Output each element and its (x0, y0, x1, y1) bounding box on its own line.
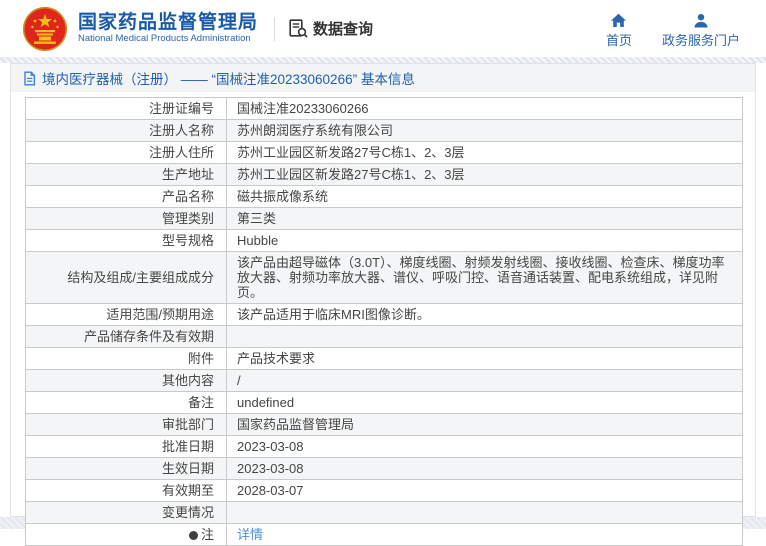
nav-home-label: 首页 (605, 32, 632, 48)
registration-info-table: 注册证编号 国械注准20233060266 注册人名称 苏州朗润医疗系统有限公司 注册人… (25, 97, 743, 546)
row-label: 备注 (25, 391, 227, 414)
row-value: 产品技术要求 (226, 347, 743, 370)
table-row: 注册证编号 国械注准20233060266 (25, 97, 743, 120)
row-value: Hubble (226, 229, 743, 252)
breadcrumb: 境内医疗器械（注册） —— “国械注准20233060266” 基本信息 (11, 64, 755, 92)
info-table-body: 注册证编号 国械注准20233060266 注册人名称 苏州朗润医疗系统有限公司 注册人… (25, 97, 743, 546)
row-value: / (226, 369, 743, 392)
row-value: 苏州工业园区新发路27号C栋1、2、3层 (226, 163, 743, 186)
table-row: 注册人住所 苏州工业园区新发路27号C栋1、2、3层 (25, 141, 743, 164)
site-title: 国家药品监督管理局 (78, 11, 259, 33)
row-value: 苏州朗润医疗系统有限公司 (226, 119, 743, 142)
home-icon (611, 13, 627, 27)
site-subtitle-en: National Medical Products Administration (78, 33, 251, 45)
row-value: undefined (226, 391, 743, 414)
row-value: 第三类 (226, 207, 743, 230)
table-row: 有效期至 2028-03-07 (25, 479, 743, 502)
document-icon (24, 71, 36, 85)
table-row: 适用范围/预期用途 该产品适用于临床MRI图像诊断。 (25, 303, 743, 326)
data-query-tab[interactable]: 数据查询 (289, 18, 373, 39)
table-row: 附件 产品技术要求 (25, 347, 743, 370)
table-row: 审批部门 国家药品监督管理局 (25, 413, 743, 436)
row-label: 生产地址 (25, 163, 227, 186)
row-value: 国家药品监督管理局 (226, 413, 743, 436)
table-row: 注详情 (25, 523, 743, 546)
row-label: 适用范围/预期用途 (25, 303, 227, 326)
row-label: 批准日期 (25, 435, 227, 458)
row-label: 注册人住所 (25, 141, 227, 164)
nav-item-gov-portal[interactable]: 政务服务门户 (662, 13, 740, 49)
details-link[interactable]: 详情 (237, 527, 263, 542)
table-row: 注册人名称 苏州朗润医疗系统有限公司 (25, 119, 743, 142)
row-label: 注册人名称 (25, 119, 227, 142)
row-value: 2028-03-07 (226, 479, 743, 502)
row-label: 结构及组成/主要组成成分 (25, 251, 227, 304)
row-value: 该产品由超导磁体（3.0T）、梯度线圈、射频发射线圈、接收线圈、检查床、梯度功率… (226, 251, 743, 304)
row-value (226, 501, 743, 524)
registration-info-table-wrap: 注册证编号 国械注准20233060266 注册人名称 苏州朗润医疗系统有限公司 注册人… (11, 92, 755, 546)
table-row: 批准日期 2023-03-08 (25, 435, 743, 458)
row-label: 注册证编号 (25, 97, 227, 120)
data-query-icon (289, 19, 308, 38)
row-value: 2023-03-08 (226, 435, 743, 458)
row-label: 有效期至 (25, 479, 227, 502)
main-area: 境内医疗器械（注册） —— “国械注准20233060266” 基本信息 注册证… (0, 57, 766, 546)
row-label: 附件 (25, 347, 227, 370)
row-value: 苏州工业园区新发路27号C栋1、2、3层 (226, 141, 743, 164)
table-row: 产品储存条件及有效期 (25, 325, 743, 348)
table-row: 变更情况 (25, 501, 743, 524)
row-label: 型号规格 (25, 229, 227, 252)
table-row: 备注 undefined (25, 391, 743, 414)
row-value: 2023-03-08 (226, 457, 743, 480)
row-label: 变更情况 (25, 501, 227, 524)
row-value: 该产品适用于临床MRI图像诊断。 (226, 303, 743, 326)
row-value: 国械注准20233060266 (226, 97, 743, 120)
brand-title-block: 国家药品监督管理局 National Medical Products Admi… (78, 12, 258, 46)
table-row: 生产地址 苏州工业园区新发路27号C栋1、2、3层 (25, 163, 743, 186)
row-label: 管理类别 (25, 207, 227, 230)
data-query-label: 数据查询 (313, 21, 374, 38)
row-value (226, 325, 743, 348)
national-emblem-icon (23, 6, 67, 51)
row-label: 产品储存条件及有效期 (25, 325, 227, 348)
table-row: 其他内容 / (25, 369, 743, 392)
table-row: 型号规格 Hubble (25, 229, 743, 252)
header-divider (274, 16, 276, 41)
table-row: 生效日期 2023-03-08 (25, 457, 743, 480)
note-icon (188, 531, 198, 540)
table-row: 管理类别 第三类 (25, 207, 743, 230)
content-panel: 境内医疗器械（注册） —— “国械注准20233060266” 基本信息 注册证… (10, 63, 756, 546)
row-label: 其他内容 (25, 369, 227, 392)
header-nav: 首页 政务服务门户 (606, 9, 740, 49)
row-label: 产品名称 (25, 185, 227, 208)
nav-item-home[interactable]: 首页 (606, 13, 632, 49)
breadcrumb-text: 境内医疗器械（注册） —— “国械注准20233060266” 基本信息 (42, 72, 415, 87)
table-row: 产品名称 磁共振成像系统 (25, 185, 743, 208)
row-value: 磁共振成像系统 (226, 185, 743, 208)
nmpa-emblem-logo[interactable] (22, 6, 68, 52)
row-label: 注 (25, 523, 227, 546)
row-label: 审批部门 (25, 413, 227, 436)
nav-gov-portal-label: 政务服务门户 (661, 32, 740, 48)
header: 国家药品监督管理局 National Medical Products Admi… (0, 0, 766, 57)
row-label: 生效日期 (25, 457, 227, 480)
row-value: 详情 (226, 523, 743, 546)
user-icon (694, 13, 708, 27)
table-row: 结构及组成/主要组成成分 该产品由超导磁体（3.0T）、梯度线圈、射频发射线圈、接… (25, 251, 743, 304)
